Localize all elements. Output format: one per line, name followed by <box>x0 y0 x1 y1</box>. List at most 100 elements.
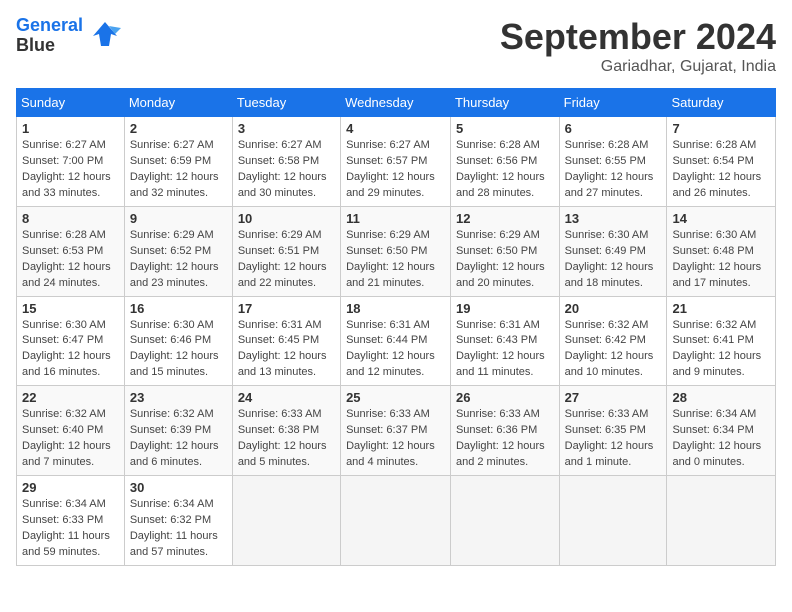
day-detail: Sunrise: 6:28 AM Sunset: 6:55 PM Dayligh… <box>565 138 662 202</box>
day-cell: 23 Sunrise: 6:32 AM Sunset: 6:39 PM Dayl… <box>124 386 232 476</box>
day-detail: Sunrise: 6:31 AM Sunset: 6:43 PM Dayligh… <box>456 318 554 382</box>
day-cell: 18 Sunrise: 6:31 AM Sunset: 6:44 PM Dayl… <box>341 296 451 386</box>
day-detail: Sunrise: 6:32 AM Sunset: 6:40 PM Dayligh… <box>22 407 119 471</box>
day-cell: 17 Sunrise: 6:31 AM Sunset: 6:45 PM Dayl… <box>232 296 340 386</box>
weekday-header: Thursday <box>450 89 559 117</box>
day-number: 15 <box>22 301 119 316</box>
day-number: 11 <box>346 211 445 226</box>
day-detail: Sunrise: 6:28 AM Sunset: 6:54 PM Dayligh… <box>672 138 770 202</box>
day-number: 3 <box>238 121 335 136</box>
day-number: 30 <box>130 480 227 495</box>
logo-icon <box>87 18 123 54</box>
calendar-table: SundayMondayTuesdayWednesdayThursdayFrid… <box>16 88 776 566</box>
day-detail: Sunrise: 6:34 AM Sunset: 6:33 PM Dayligh… <box>22 497 119 561</box>
day-detail: Sunrise: 6:33 AM Sunset: 6:37 PM Dayligh… <box>346 407 445 471</box>
day-cell: 29 Sunrise: 6:34 AM Sunset: 6:33 PM Dayl… <box>17 476 125 566</box>
day-cell: 20 Sunrise: 6:32 AM Sunset: 6:42 PM Dayl… <box>559 296 667 386</box>
day-detail: Sunrise: 6:27 AM Sunset: 6:59 PM Dayligh… <box>130 138 227 202</box>
location-subtitle: Gariadhar, Gujarat, India <box>500 58 776 76</box>
day-cell: 11 Sunrise: 6:29 AM Sunset: 6:50 PM Dayl… <box>341 206 451 296</box>
day-number: 25 <box>346 390 445 405</box>
day-number: 23 <box>130 390 227 405</box>
day-detail: Sunrise: 6:32 AM Sunset: 6:42 PM Dayligh… <box>565 318 662 382</box>
day-number: 28 <box>672 390 770 405</box>
weekday-header-row: SundayMondayTuesdayWednesdayThursdayFrid… <box>17 89 776 117</box>
day-number: 8 <box>22 211 119 226</box>
empty-cell <box>450 476 559 566</box>
day-number: 19 <box>456 301 554 316</box>
logo: GeneralBlue <box>16 16 123 56</box>
day-number: 1 <box>22 121 119 136</box>
day-cell: 30 Sunrise: 6:34 AM Sunset: 6:32 PM Dayl… <box>124 476 232 566</box>
weekday-header: Saturday <box>667 89 776 117</box>
day-cell: 14 Sunrise: 6:30 AM Sunset: 6:48 PM Dayl… <box>667 206 776 296</box>
day-number: 4 <box>346 121 445 136</box>
day-detail: Sunrise: 6:33 AM Sunset: 6:36 PM Dayligh… <box>456 407 554 471</box>
calendar-week-row: 8 Sunrise: 6:28 AM Sunset: 6:53 PM Dayli… <box>17 206 776 296</box>
day-cell: 10 Sunrise: 6:29 AM Sunset: 6:51 PM Dayl… <box>232 206 340 296</box>
day-number: 27 <box>565 390 662 405</box>
day-number: 12 <box>456 211 554 226</box>
day-cell: 27 Sunrise: 6:33 AM Sunset: 6:35 PM Dayl… <box>559 386 667 476</box>
page-header: GeneralBlue September 2024 Gariadhar, Gu… <box>16 16 776 76</box>
day-detail: Sunrise: 6:32 AM Sunset: 6:41 PM Dayligh… <box>672 318 770 382</box>
empty-cell <box>341 476 451 566</box>
month-title: September 2024 <box>500 16 776 58</box>
day-cell: 28 Sunrise: 6:34 AM Sunset: 6:34 PM Dayl… <box>667 386 776 476</box>
day-cell: 5 Sunrise: 6:28 AM Sunset: 6:56 PM Dayli… <box>450 117 559 207</box>
day-cell: 16 Sunrise: 6:30 AM Sunset: 6:46 PM Dayl… <box>124 296 232 386</box>
weekday-header: Friday <box>559 89 667 117</box>
day-detail: Sunrise: 6:28 AM Sunset: 6:53 PM Dayligh… <box>22 228 119 292</box>
day-cell: 21 Sunrise: 6:32 AM Sunset: 6:41 PM Dayl… <box>667 296 776 386</box>
day-cell: 9 Sunrise: 6:29 AM Sunset: 6:52 PM Dayli… <box>124 206 232 296</box>
day-cell: 3 Sunrise: 6:27 AM Sunset: 6:58 PM Dayli… <box>232 117 340 207</box>
day-detail: Sunrise: 6:33 AM Sunset: 6:35 PM Dayligh… <box>565 407 662 471</box>
day-detail: Sunrise: 6:34 AM Sunset: 6:34 PM Dayligh… <box>672 407 770 471</box>
day-detail: Sunrise: 6:33 AM Sunset: 6:38 PM Dayligh… <box>238 407 335 471</box>
day-detail: Sunrise: 6:34 AM Sunset: 6:32 PM Dayligh… <box>130 497 227 561</box>
day-number: 5 <box>456 121 554 136</box>
empty-cell <box>667 476 776 566</box>
day-number: 7 <box>672 121 770 136</box>
day-detail: Sunrise: 6:31 AM Sunset: 6:44 PM Dayligh… <box>346 318 445 382</box>
day-detail: Sunrise: 6:28 AM Sunset: 6:56 PM Dayligh… <box>456 138 554 202</box>
calendar-week-row: 22 Sunrise: 6:32 AM Sunset: 6:40 PM Dayl… <box>17 386 776 476</box>
day-detail: Sunrise: 6:30 AM Sunset: 6:47 PM Dayligh… <box>22 318 119 382</box>
day-detail: Sunrise: 6:32 AM Sunset: 6:39 PM Dayligh… <box>130 407 227 471</box>
weekday-header: Wednesday <box>341 89 451 117</box>
calendar-week-row: 15 Sunrise: 6:30 AM Sunset: 6:47 PM Dayl… <box>17 296 776 386</box>
day-number: 17 <box>238 301 335 316</box>
day-number: 6 <box>565 121 662 136</box>
day-number: 9 <box>130 211 227 226</box>
day-detail: Sunrise: 6:29 AM Sunset: 6:52 PM Dayligh… <box>130 228 227 292</box>
day-cell: 6 Sunrise: 6:28 AM Sunset: 6:55 PM Dayli… <box>559 117 667 207</box>
day-number: 14 <box>672 211 770 226</box>
weekday-header: Sunday <box>17 89 125 117</box>
day-number: 26 <box>456 390 554 405</box>
day-cell: 8 Sunrise: 6:28 AM Sunset: 6:53 PM Dayli… <box>17 206 125 296</box>
day-number: 21 <box>672 301 770 316</box>
day-detail: Sunrise: 6:29 AM Sunset: 6:50 PM Dayligh… <box>346 228 445 292</box>
calendar-week-row: 1 Sunrise: 6:27 AM Sunset: 7:00 PM Dayli… <box>17 117 776 207</box>
day-cell: 15 Sunrise: 6:30 AM Sunset: 6:47 PM Dayl… <box>17 296 125 386</box>
day-cell: 19 Sunrise: 6:31 AM Sunset: 6:43 PM Dayl… <box>450 296 559 386</box>
logo-text: GeneralBlue <box>16 16 83 56</box>
day-cell: 2 Sunrise: 6:27 AM Sunset: 6:59 PM Dayli… <box>124 117 232 207</box>
empty-cell <box>559 476 667 566</box>
day-detail: Sunrise: 6:27 AM Sunset: 7:00 PM Dayligh… <box>22 138 119 202</box>
day-cell: 24 Sunrise: 6:33 AM Sunset: 6:38 PM Dayl… <box>232 386 340 476</box>
day-number: 13 <box>565 211 662 226</box>
day-number: 29 <box>22 480 119 495</box>
day-detail: Sunrise: 6:27 AM Sunset: 6:57 PM Dayligh… <box>346 138 445 202</box>
day-cell: 4 Sunrise: 6:27 AM Sunset: 6:57 PM Dayli… <box>341 117 451 207</box>
weekday-header: Monday <box>124 89 232 117</box>
day-detail: Sunrise: 6:31 AM Sunset: 6:45 PM Dayligh… <box>238 318 335 382</box>
day-cell: 13 Sunrise: 6:30 AM Sunset: 6:49 PM Dayl… <box>559 206 667 296</box>
calendar-week-row: 29 Sunrise: 6:34 AM Sunset: 6:33 PM Dayl… <box>17 476 776 566</box>
weekday-header: Tuesday <box>232 89 340 117</box>
day-detail: Sunrise: 6:27 AM Sunset: 6:58 PM Dayligh… <box>238 138 335 202</box>
empty-cell <box>232 476 340 566</box>
day-number: 24 <box>238 390 335 405</box>
day-detail: Sunrise: 6:30 AM Sunset: 6:49 PM Dayligh… <box>565 228 662 292</box>
day-detail: Sunrise: 6:29 AM Sunset: 6:50 PM Dayligh… <box>456 228 554 292</box>
